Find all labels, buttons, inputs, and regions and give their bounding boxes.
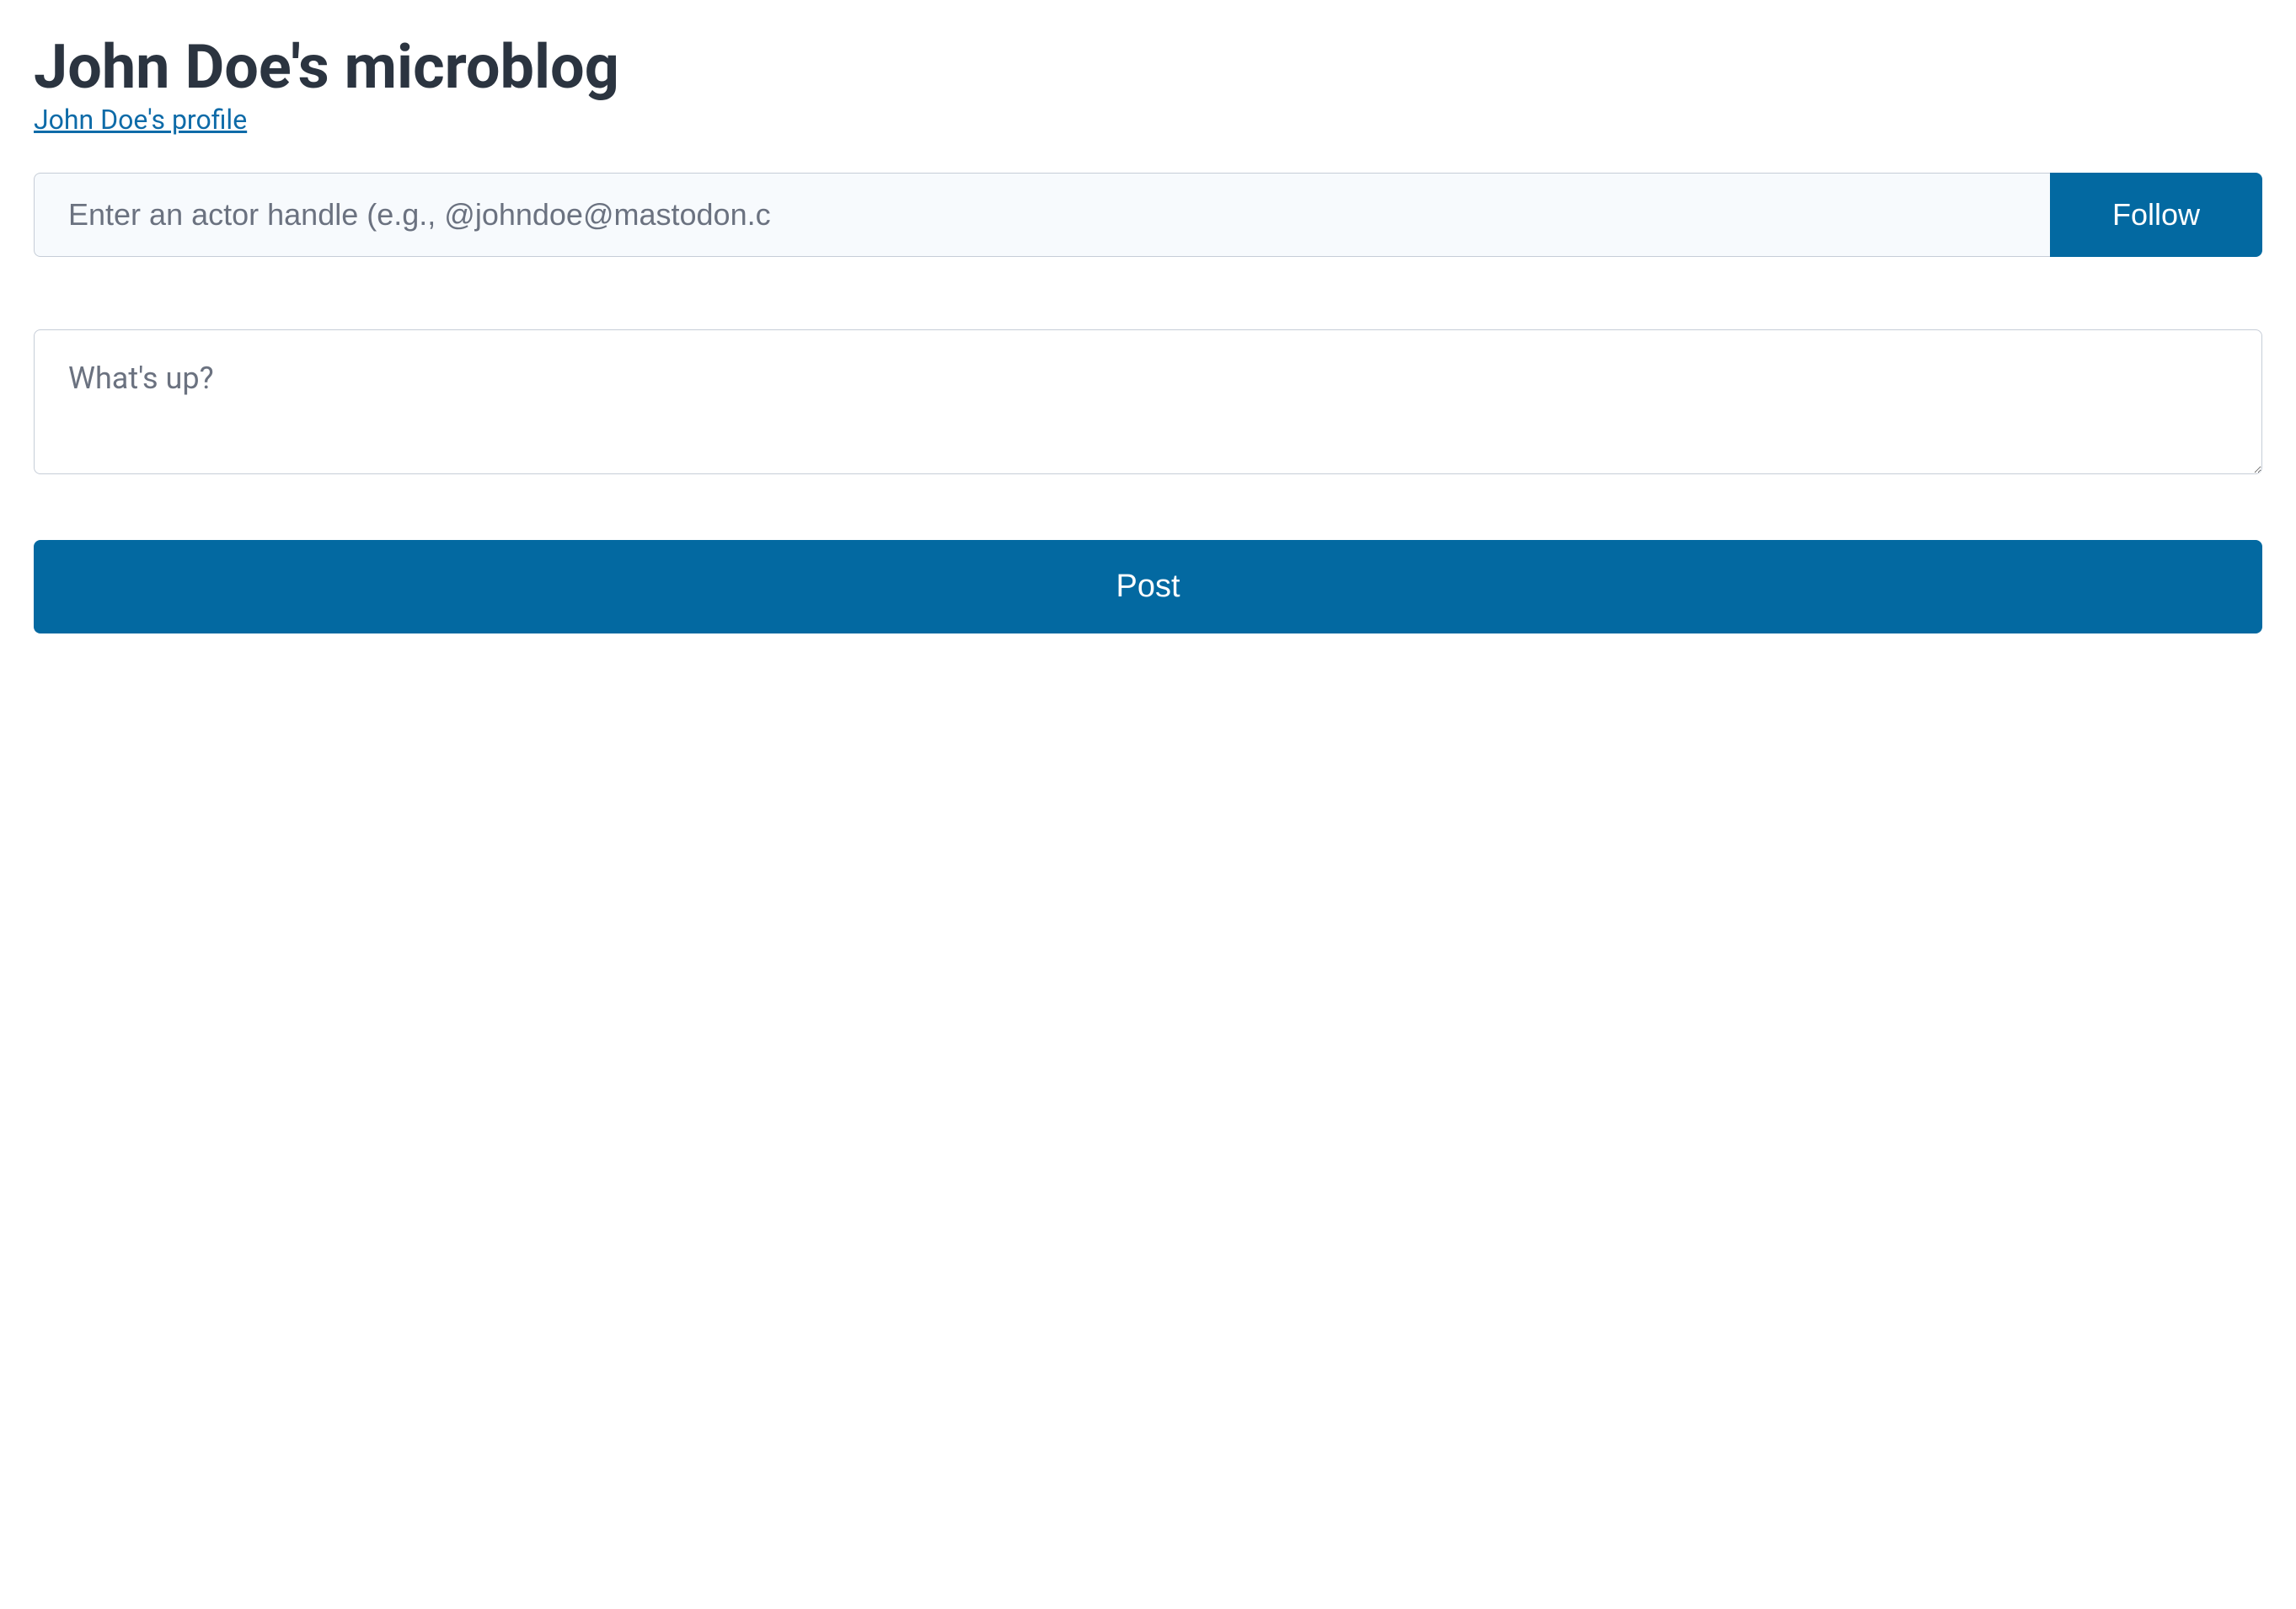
profile-link[interactable]: John Doe's profile — [34, 104, 247, 136]
page-title: John Doe's microblog — [34, 34, 2262, 100]
post-button[interactable]: Post — [34, 540, 2262, 633]
follow-button[interactable]: Follow — [2050, 173, 2262, 257]
actor-handle-input[interactable] — [34, 173, 2050, 257]
compose-textarea[interactable] — [34, 329, 2262, 474]
follow-form: Follow — [34, 173, 2262, 257]
